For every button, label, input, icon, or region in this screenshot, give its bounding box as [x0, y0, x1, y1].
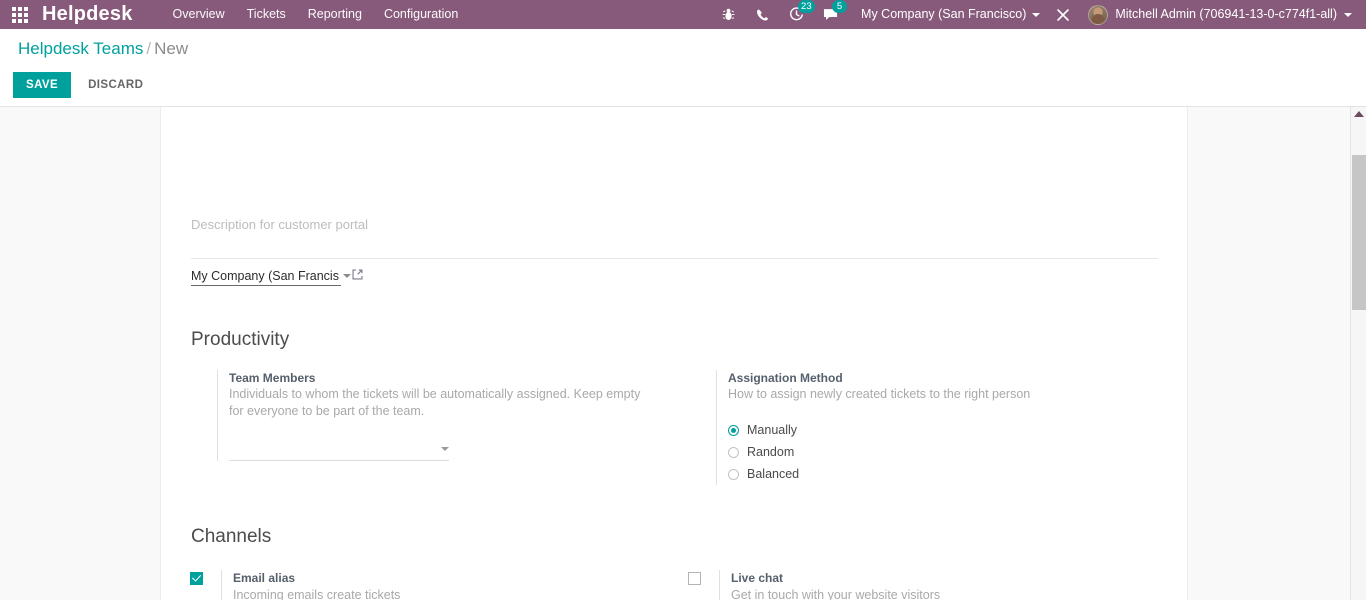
radio-option-random[interactable]: Random — [728, 441, 1136, 463]
user-menu[interactable]: Mitchell Admin (706941-13-0-c774f1-all) — [1078, 0, 1360, 29]
company-input-value: My Company (San Francis — [191, 268, 339, 283]
channel-label-live-chat: Live chat — [731, 571, 784, 585]
main-menu: Overview Tickets Reporting Configuration — [173, 0, 459, 29]
assignation-method-help: How to assign newly created tickets to t… — [728, 387, 1031, 401]
channel-help-email-alias: Incoming emails create tickets — [233, 588, 401, 600]
channel-row-email-alias: Email alias Incoming emails create ticke… — [190, 570, 400, 600]
company-input[interactable]: My Company (San Francis — [191, 268, 351, 286]
breadcrumb-link-helpdesk-teams[interactable]: Helpdesk Teams — [18, 39, 143, 58]
radio-icon-selected[interactable] — [728, 424, 739, 436]
bug-icon[interactable] — [711, 0, 745, 29]
scrollbar-thumb[interactable] — [1352, 155, 1366, 310]
radio-option-manually-label: Manually — [747, 423, 798, 437]
team-members-help: Individuals to whom the tickets will be … — [229, 387, 641, 418]
scroll-up-arrow-icon[interactable] — [1354, 111, 1364, 117]
radio-icon[interactable] — [728, 446, 739, 458]
systray: 23 5 My Company (San Francisco) Mitchell… — [711, 0, 1366, 29]
breadcrumb-separator: / — [146, 39, 152, 58]
breadcrumb-current: New — [154, 39, 189, 58]
team-members-label: Team Members — [229, 371, 316, 385]
form-sheet — [160, 107, 1188, 600]
radio-option-balanced[interactable]: Balanced — [728, 463, 1136, 485]
user-menu-label: Mitchell Admin (706941-13-0-c774f1-all) — [1115, 7, 1337, 21]
discard-button[interactable]: DISCARD — [77, 72, 154, 98]
messages-icon[interactable]: 5 — [813, 0, 848, 29]
assignation-method-label: Assignation Method — [728, 371, 843, 385]
top-navbar: Helpdesk Overview Tickets Reporting Conf… — [0, 0, 1366, 29]
app-brand-helpdesk[interactable]: Helpdesk — [42, 0, 133, 29]
form-content-area: Description for customer portal My Compa… — [0, 107, 1350, 600]
channel-body: Live chat Get in touch with your website… — [719, 570, 940, 600]
close-icon[interactable] — [1048, 0, 1078, 29]
company-switcher-label: My Company (San Francisco) — [861, 7, 1027, 21]
channel-body: Email alias Incoming emails create ticke… — [221, 570, 400, 600]
save-button[interactable]: SAVE — [13, 72, 72, 98]
assignation-method-radio-group: Manually Random Balanced — [728, 419, 1136, 485]
channel-help-live-chat: Get in touch with your website visitors — [731, 588, 941, 600]
channel-row-live-chat: Live chat Get in touch with your website… — [688, 570, 940, 600]
menu-item-tickets[interactable]: Tickets — [247, 0, 286, 29]
breadcrumb: Helpdesk Teams / New — [18, 39, 188, 59]
company-switcher[interactable]: My Company (San Francisco) — [847, 0, 1048, 29]
avatar — [1088, 4, 1109, 25]
checkbox-live-chat[interactable] — [688, 572, 701, 585]
messages-count-badge: 5 — [832, 0, 848, 13]
checkbox-email-alias[interactable] — [190, 572, 203, 585]
field-group-team-members: Team Members Individuals to whom the tic… — [217, 370, 647, 461]
description-underline — [191, 258, 1158, 259]
radio-option-manually[interactable]: Manually — [728, 419, 1136, 441]
radio-icon[interactable] — [728, 468, 739, 480]
menu-item-reporting[interactable]: Reporting — [308, 0, 362, 29]
section-title-channels: Channels — [191, 526, 272, 547]
menu-item-configuration[interactable]: Configuration — [384, 0, 458, 29]
chevron-down-icon — [1032, 12, 1041, 17]
channel-label-email-alias: Email alias — [233, 571, 296, 585]
menu-item-overview[interactable]: Overview — [173, 0, 225, 29]
external-link-icon[interactable] — [351, 268, 364, 286]
vertical-scrollbar[interactable] — [1350, 107, 1366, 600]
apps-grid-icon[interactable] — [12, 6, 32, 23]
section-title-productivity: Productivity — [191, 329, 290, 350]
phone-icon[interactable] — [745, 0, 779, 29]
team-members-input[interactable] — [229, 439, 449, 461]
chevron-down-icon — [342, 273, 351, 278]
description-placeholder[interactable]: Description for customer portal — [191, 217, 368, 232]
chevron-down-icon — [441, 447, 449, 451]
chevron-down-icon — [1344, 12, 1352, 17]
radio-option-balanced-label: Balanced — [747, 467, 800, 481]
control-panel: Helpdesk Teams / New SAVE DISCARD — [0, 29, 1366, 107]
company-field: My Company (San Francis — [191, 268, 364, 286]
radio-option-random-label: Random — [747, 445, 795, 459]
activities-icon[interactable]: 23 — [779, 0, 815, 29]
record-actions: SAVE DISCARD — [13, 72, 154, 98]
field-group-assignation-method: Assignation Method How to assign newly c… — [716, 370, 1136, 485]
